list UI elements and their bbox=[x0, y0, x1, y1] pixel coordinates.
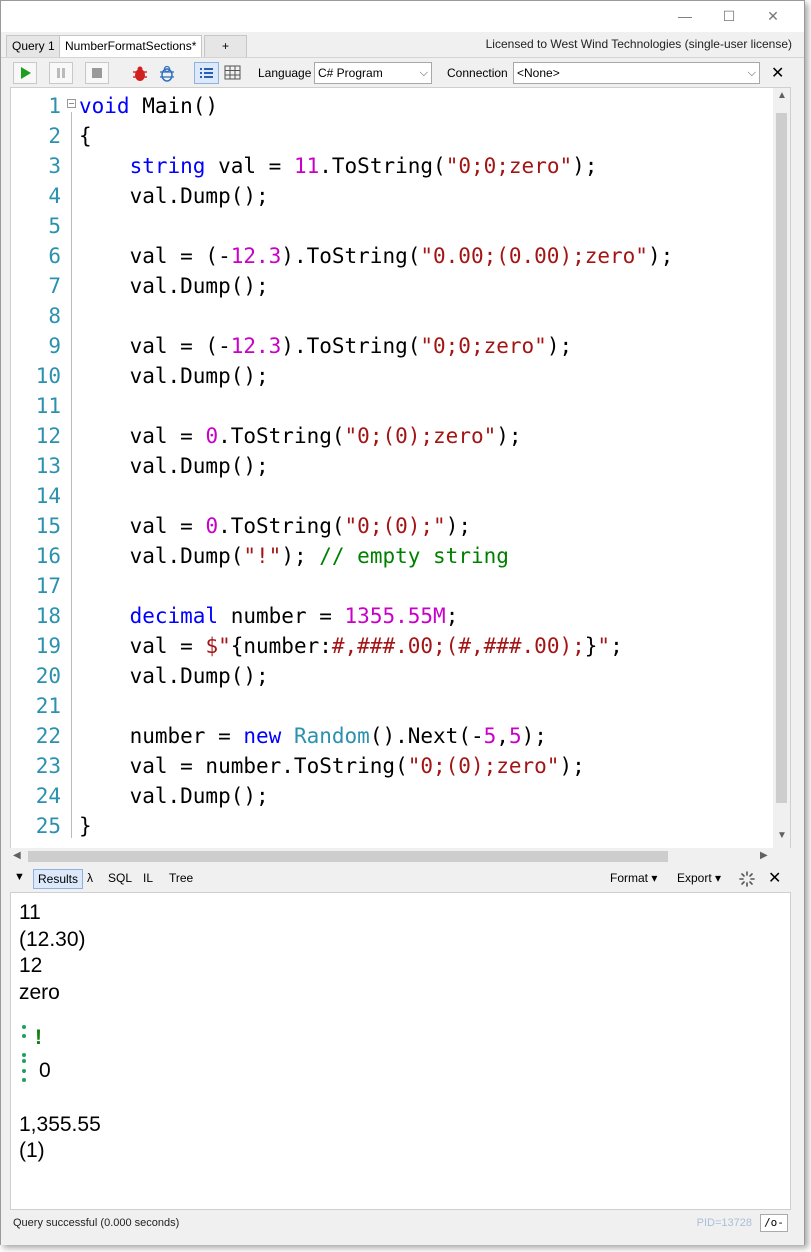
minimize-button[interactable]: — bbox=[665, 5, 705, 27]
line-number: 15 bbox=[35, 514, 61, 538]
line-number: 6 bbox=[48, 244, 61, 268]
export-menu[interactable]: Export ▾ bbox=[673, 869, 725, 889]
collapse-icon[interactable]: − bbox=[67, 99, 76, 108]
line-number: 23 bbox=[35, 754, 61, 778]
line-number: 21 bbox=[35, 694, 61, 718]
tab-il[interactable]: IL bbox=[139, 869, 157, 889]
line-number: 25 bbox=[35, 814, 61, 838]
bug-blue-icon[interactable] bbox=[156, 64, 178, 84]
grid-view-icon[interactable] bbox=[223, 64, 243, 82]
pause-icon bbox=[57, 68, 65, 78]
line-number: 24 bbox=[35, 784, 61, 808]
line-number: 8 bbox=[48, 304, 61, 328]
tab-tree[interactable]: Tree bbox=[165, 869, 197, 889]
horizontal-scrollbar[interactable]: ◀ ▶ bbox=[10, 848, 791, 865]
chevron-down-icon: ⌵ bbox=[747, 67, 756, 79]
stop-icon bbox=[92, 68, 102, 78]
status-bar: Query successful (0.000 seconds) PID=137… bbox=[1, 1211, 804, 1245]
run-button[interactable] bbox=[13, 62, 37, 84]
status-message: Query successful (0.000 seconds) bbox=[13, 1217, 180, 1229]
line-number: 2 bbox=[48, 124, 61, 148]
line-number: 5 bbox=[48, 214, 61, 238]
separator-dot bbox=[22, 1053, 26, 1057]
results-pane: 11 (12.30) 12 zero ! 0 1,355.55 (1) bbox=[10, 892, 791, 1210]
code-editor[interactable]: 1− void Main() 2{ 3 string val = 11.ToStr… bbox=[10, 87, 791, 849]
results-toolbar: ▼ Results λ SQL IL Tree Format ▾ Export … bbox=[1, 865, 804, 892]
line-number: 1 bbox=[48, 94, 61, 118]
close-window-button[interactable]: ✕ bbox=[753, 5, 793, 27]
scrollbar-thumb[interactable] bbox=[28, 851, 668, 862]
line-number: 10 bbox=[35, 364, 61, 388]
line-number: 22 bbox=[35, 724, 61, 748]
stop-button[interactable] bbox=[85, 62, 109, 84]
connection-value: <None> bbox=[517, 66, 560, 80]
separator-dot bbox=[22, 1025, 26, 1029]
chevron-down-icon: ⌵ bbox=[419, 67, 428, 79]
process-id: PID=13728 bbox=[696, 1217, 752, 1229]
line-number: 4 bbox=[48, 184, 61, 208]
new-tab-button[interactable]: + bbox=[204, 35, 247, 57]
separator-dot bbox=[22, 1078, 26, 1082]
connection-label: Connection bbox=[447, 66, 508, 80]
scrollbar-thumb[interactable] bbox=[776, 113, 787, 803]
linqpad-window: — ☐ ✕ Query 1 NumberFormatSections* + Li… bbox=[0, 0, 805, 1245]
io-toggle-button[interactable]: /o- bbox=[760, 1214, 788, 1232]
separator-dot bbox=[22, 1069, 26, 1073]
result-line: 12 bbox=[19, 954, 43, 977]
line-number: 3 bbox=[48, 154, 61, 178]
language-value: C# Program bbox=[318, 66, 383, 80]
query-tabs: Query 1 NumberFormatSections* + Licensed… bbox=[1, 32, 804, 57]
tab-number-format-sections[interactable]: NumberFormatSections* bbox=[59, 35, 203, 57]
title-bar: — ☐ ✕ bbox=[1, 1, 804, 32]
scroll-right-icon[interactable]: ▶ bbox=[760, 850, 768, 861]
fold-guide bbox=[71, 112, 72, 838]
connection-select[interactable]: <None> ⌵ bbox=[513, 62, 760, 84]
scroll-down-icon[interactable]: ▼ bbox=[777, 830, 787, 841]
result-line: 0 bbox=[39, 1059, 51, 1082]
result-line: (12.30) bbox=[19, 928, 86, 951]
list-view-icon bbox=[200, 68, 213, 78]
line-number: 12 bbox=[35, 424, 61, 448]
scroll-up-icon[interactable]: ▲ bbox=[777, 90, 787, 101]
scroll-left-icon[interactable]: ◀ bbox=[13, 850, 21, 861]
rich-text-results-button[interactable] bbox=[194, 62, 219, 84]
line-number: 18 bbox=[35, 604, 61, 628]
result-line: (1) bbox=[19, 1139, 45, 1162]
language-select[interactable]: C# Program ⌵ bbox=[314, 62, 432, 84]
line-number: 9 bbox=[48, 334, 61, 358]
tab-query-1[interactable]: Query 1 bbox=[6, 35, 61, 57]
tab-lambda[interactable]: λ bbox=[83, 869, 97, 889]
line-number: 7 bbox=[48, 274, 61, 298]
result-line: 11 bbox=[19, 901, 41, 924]
license-text: Licensed to West Wind Technologies (sing… bbox=[485, 37, 792, 51]
collapse-results-icon[interactable]: ▼ bbox=[14, 871, 25, 883]
result-line: zero bbox=[19, 981, 60, 1004]
maximize-button[interactable]: ☐ bbox=[709, 5, 749, 27]
bug-red-icon[interactable] bbox=[129, 64, 151, 84]
tab-sql[interactable]: SQL bbox=[104, 869, 136, 889]
separator-dot bbox=[22, 1034, 26, 1038]
close-query-button[interactable]: ✕ bbox=[771, 63, 784, 83]
tab-results[interactable]: Results bbox=[33, 869, 84, 889]
line-number: 14 bbox=[35, 484, 61, 508]
vertical-scrollbar[interactable]: ▲ ▼ bbox=[773, 88, 790, 848]
format-menu[interactable]: Format ▾ bbox=[606, 869, 661, 889]
line-number: 13 bbox=[35, 454, 61, 478]
separator-dot bbox=[22, 1059, 26, 1063]
close-results-button[interactable]: ✕ bbox=[768, 868, 781, 888]
result-line: 1,355.55 bbox=[19, 1113, 101, 1136]
line-number: 20 bbox=[35, 664, 61, 688]
language-label: Language bbox=[258, 66, 312, 80]
pause-button[interactable] bbox=[49, 62, 73, 84]
line-number: 19 bbox=[35, 634, 61, 658]
toolbar: Language C# Program ⌵ Connection <None> … bbox=[1, 57, 804, 87]
line-number: 11 bbox=[35, 394, 61, 418]
dump-heading: ! bbox=[35, 1026, 42, 1049]
play-icon bbox=[21, 67, 31, 79]
line-number: 16 bbox=[35, 544, 61, 568]
line-number: 17 bbox=[35, 574, 61, 598]
loading-spinner-icon[interactable] bbox=[739, 871, 755, 887]
